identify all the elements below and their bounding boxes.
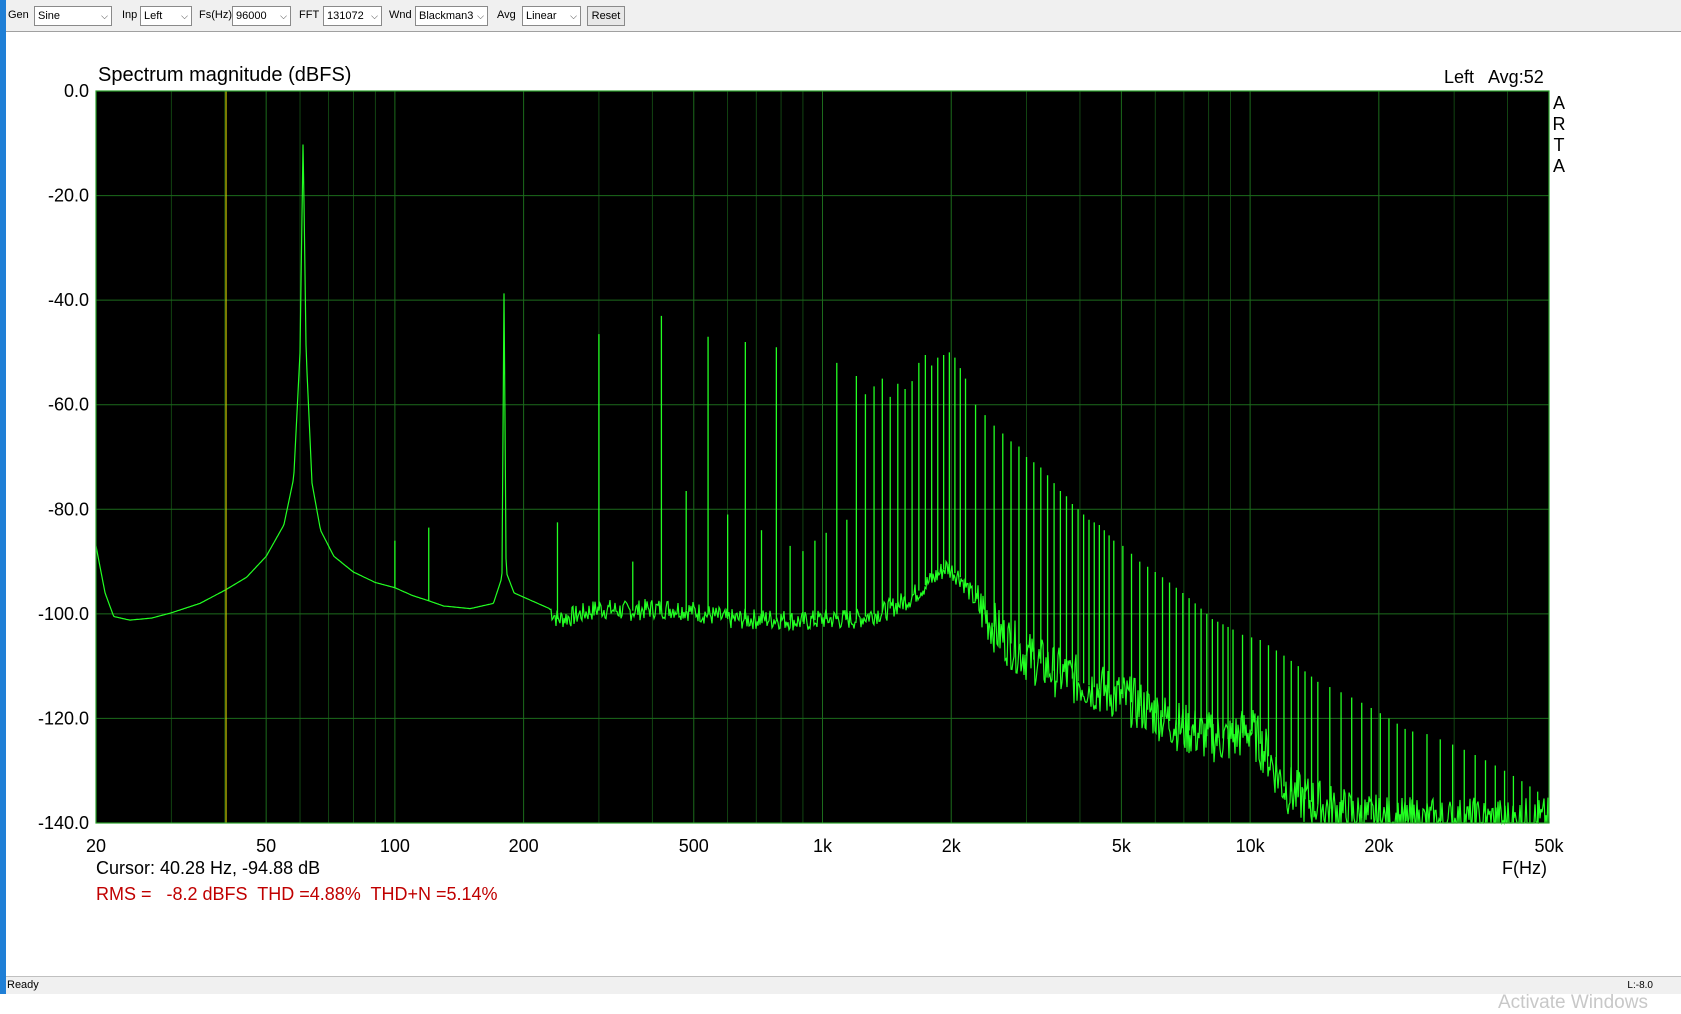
gen-select-value: Sine bbox=[38, 10, 61, 22]
avg-select[interactable]: Linear ⌵ bbox=[522, 6, 581, 26]
arta-logo-letter: A bbox=[1553, 93, 1565, 113]
y-tick-label: -80.0 bbox=[48, 499, 89, 519]
fs-select[interactable]: 96000 ⌵ bbox=[232, 6, 291, 26]
chart-area: 20 50 100 200 500 1k 2k 5k 10k 20k 50k 0.0 -20.0 -40… bbox=[6, 32, 1681, 1013]
x-tick-label: 10k bbox=[1236, 836, 1266, 856]
arta-logo-letter: A bbox=[1553, 156, 1565, 176]
level-readout: L:-8.0 bbox=[1627, 980, 1653, 991]
y-tick-labels: 0.0 -20.0 -40.0 -60.0 -80.0 -100.0 -120.0 -140.… bbox=[38, 81, 89, 833]
fft-select[interactable]: 131072 ⌵ bbox=[323, 6, 382, 26]
chevron-down-icon: ⌵ bbox=[181, 11, 188, 21]
toolbar: Gen Sine ⌵ Inp Left ⌵ Fs(Hz) 96000 ⌵ FFT… bbox=[6, 0, 1681, 32]
chevron-down-icon: ⌵ bbox=[280, 11, 287, 21]
fft-label: FFT bbox=[299, 9, 320, 21]
x-tick-label: 20 bbox=[86, 836, 106, 856]
y-tick-label: -60.0 bbox=[48, 395, 89, 415]
arta-logo: ARTA bbox=[1553, 93, 1566, 176]
fft-select-value: 131072 bbox=[327, 10, 364, 22]
fs-select-value: 96000 bbox=[236, 10, 267, 22]
channel-label: Left bbox=[1444, 67, 1474, 87]
x-tick-labels: 20 50 100 200 500 1k 2k 5k 10k 20k 50k bbox=[86, 836, 1565, 856]
reset-button[interactable]: Reset bbox=[587, 6, 625, 26]
chevron-down-icon: ⌵ bbox=[101, 11, 108, 21]
status-bar: Ready L:-8.0 bbox=[6, 976, 1681, 994]
chevron-down-icon: ⌵ bbox=[477, 11, 484, 21]
y-tick-label: 0.0 bbox=[64, 81, 89, 101]
x-tick-label: 5k bbox=[1112, 836, 1132, 856]
x-tick-label: 2k bbox=[942, 836, 962, 856]
y-tick-label: -140.0 bbox=[38, 813, 89, 833]
avg-count-label: Avg:52 bbox=[1488, 67, 1544, 87]
arta-logo-letter: T bbox=[1554, 135, 1565, 155]
gen-label: Gen bbox=[8, 9, 29, 21]
x-tick-label: 50 bbox=[256, 836, 276, 856]
stats-readout: RMS = -8.2 dBFS THD =4.88% THD+N =5.14% bbox=[96, 884, 498, 904]
x-tick-label: 1k bbox=[813, 836, 833, 856]
activate-windows-watermark: Activate Windows bbox=[1498, 992, 1648, 1013]
wnd-select-value: Blackman3 bbox=[419, 10, 474, 22]
y-tick-label: -120.0 bbox=[38, 708, 89, 728]
fs-label: Fs(Hz) bbox=[199, 9, 232, 21]
avg-label: Avg bbox=[497, 9, 516, 21]
x-tick-label: 500 bbox=[679, 836, 709, 856]
inp-label: Inp bbox=[122, 9, 138, 21]
chevron-down-icon: ⌵ bbox=[371, 11, 378, 21]
x-tick-label: 200 bbox=[509, 836, 539, 856]
status-text: Ready bbox=[7, 979, 39, 991]
x-tick-label: 50k bbox=[1534, 836, 1564, 856]
x-tick-label: 20k bbox=[1364, 836, 1394, 856]
cursor-readout: Cursor: 40.28 Hz, -94.88 dB bbox=[96, 858, 320, 878]
y-tick-label: -40.0 bbox=[48, 290, 89, 310]
spectrum-chart: 20 50 100 200 500 1k 2k 5k 10k 20k 50k 0.0 -20.0 -40… bbox=[38, 64, 1566, 904]
y-tick-label: -100.0 bbox=[38, 604, 89, 624]
inp-select-value: Left bbox=[144, 10, 163, 22]
x-tick-label: 100 bbox=[380, 836, 410, 856]
x-axis-label: F(Hz) bbox=[1502, 858, 1547, 878]
chevron-down-icon: ⌵ bbox=[570, 11, 577, 21]
chart-title: Spectrum magnitude (dBFS) bbox=[98, 64, 351, 86]
wnd-label: Wnd bbox=[389, 9, 412, 21]
y-tick-label: -20.0 bbox=[48, 186, 89, 206]
wnd-select[interactable]: Blackman3 ⌵ bbox=[415, 6, 488, 26]
arta-logo-letter: R bbox=[1553, 114, 1566, 134]
inp-select[interactable]: Left ⌵ bbox=[140, 6, 192, 26]
avg-select-value: Linear bbox=[526, 10, 557, 22]
gen-select[interactable]: Sine ⌵ bbox=[34, 6, 112, 26]
